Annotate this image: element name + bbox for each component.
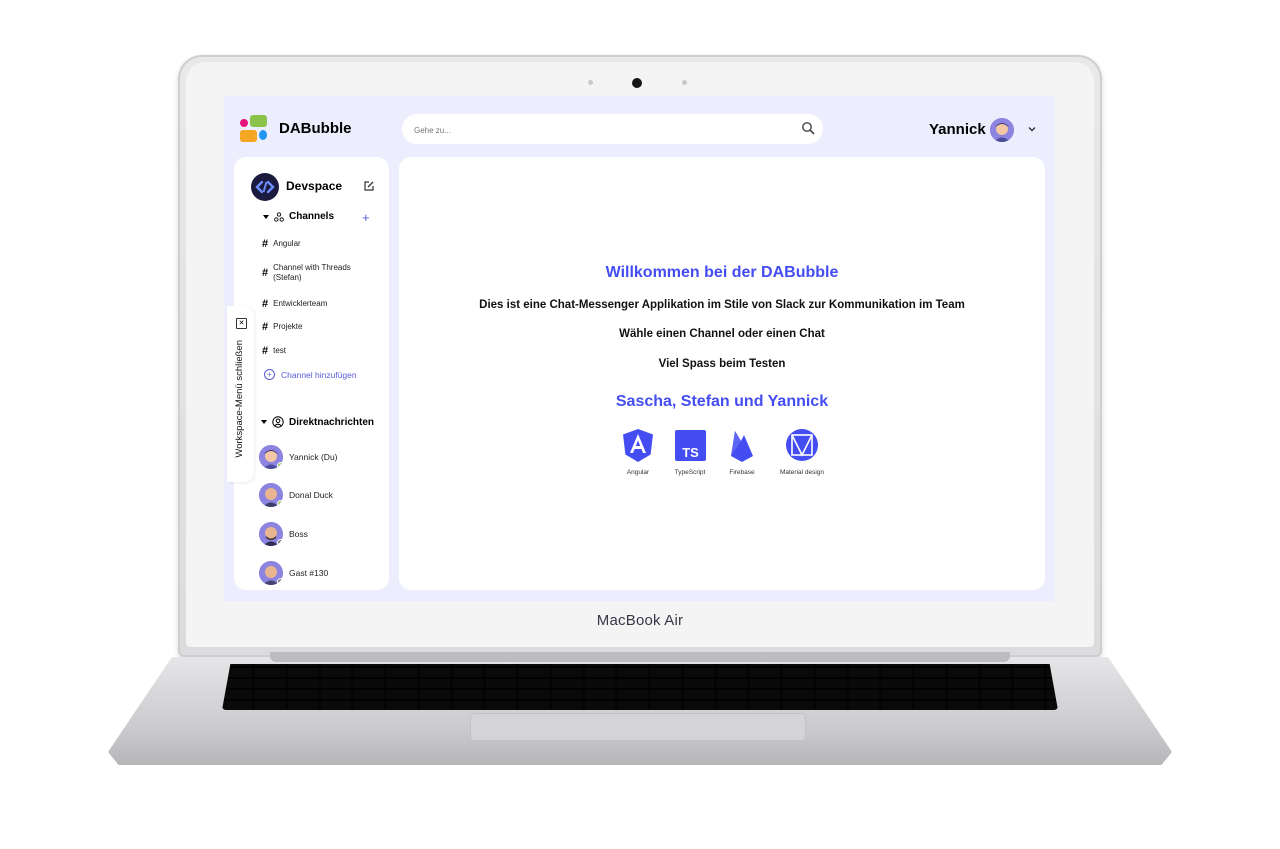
app-name: DABubble — [279, 120, 352, 137]
app-screen: DABubble Yannick Devspace — [224, 96, 1055, 601]
circle-plus-icon: + — [264, 369, 275, 380]
welcome-greeting: Viel Spass beim Testen — [658, 358, 786, 370]
team-names: Sascha, Stefan und Yannick — [615, 393, 829, 410]
laptop-trackpad — [470, 713, 806, 741]
tech-label: Firebase — [729, 469, 755, 476]
avatar — [259, 483, 283, 507]
welcome-description: Dies ist eine Chat-Messenger Applikation… — [479, 299, 965, 311]
tech-item: TS TypeScript — [664, 428, 716, 476]
add-channel-plus-icon[interactable]: + — [362, 211, 370, 224]
laptop-keyboard — [222, 664, 1058, 710]
dm-name: Yannick (Du) — [289, 452, 338, 462]
channel-name: Channel with Threads (Stefan) — [273, 263, 351, 282]
hashtag-icon: # — [262, 267, 269, 279]
channel-item[interactable]: # Channel with Threads (Stefan) — [262, 263, 372, 283]
online-status-dot — [277, 462, 283, 469]
avatar — [259, 561, 283, 585]
direct-messages-header[interactable]: Direktnachrichten — [261, 416, 374, 428]
current-user-name[interactable]: Yannick — [929, 121, 986, 138]
workspace-logo-icon — [251, 173, 279, 201]
channel-item[interactable]: # test — [262, 345, 372, 357]
channel-name: Projekte — [273, 322, 303, 331]
webcam — [632, 78, 642, 88]
dabubble-logo-icon — [240, 115, 268, 143]
tech-item: Firebase — [716, 428, 768, 476]
offline-status-dot — [277, 539, 283, 546]
search-bar[interactable] — [402, 114, 823, 146]
workspace-menu-toggle-label: Workspace-Menü schließen — [234, 340, 245, 458]
hashtag-icon: # — [262, 238, 269, 250]
dm-item[interactable]: Yannick (Du) — [259, 445, 338, 469]
direct-messages-title: Direktnachrichten — [289, 416, 375, 428]
current-user-avatar[interactable] — [990, 118, 1014, 142]
offline-status-dot — [277, 578, 283, 585]
laptop-hinge — [270, 652, 1010, 662]
caret-down-icon — [261, 420, 267, 424]
hashtag-icon: # — [262, 321, 269, 333]
dm-name: Donal Duck — [289, 490, 333, 500]
material-design-icon — [786, 428, 818, 462]
account-circle-icon — [272, 416, 284, 428]
caret-down-icon — [263, 214, 269, 219]
add-channel-button[interactable]: + Channel hinzufügen — [264, 369, 357, 380]
channels-header[interactable]: Channels — [263, 211, 334, 222]
main-content: Willkommen bei der DABubble Dies ist ein… — [399, 157, 1045, 590]
online-status-dot — [277, 500, 283, 507]
firebase-icon — [726, 428, 758, 462]
workspace-sidebar: Devspace Channels + # Angular # Channel … — [234, 157, 389, 590]
hashtag-icon: # — [262, 298, 269, 310]
close-menu-icon: ✕ — [236, 318, 247, 329]
dm-item[interactable]: Gast #130 — [259, 561, 328, 585]
tech-label: Material design — [779, 469, 825, 476]
search-input[interactable] — [402, 114, 786, 146]
dm-name: Boss — [289, 529, 308, 539]
channels-icon — [274, 211, 284, 222]
tech-label: TypeScript — [674, 469, 706, 476]
tech-label: Angular — [626, 469, 650, 476]
edit-icon[interactable] — [363, 180, 375, 192]
workspace-name: Devspace — [286, 179, 343, 193]
channel-item[interactable]: # Angular — [262, 238, 372, 250]
tech-item: Angular — [612, 428, 664, 476]
channels-title: Channels — [289, 211, 335, 222]
avatar — [259, 522, 283, 546]
typescript-icon: TS — [674, 428, 706, 462]
sensor-dot-left — [588, 80, 593, 85]
channel-item[interactable]: # Entwicklerteam — [262, 298, 372, 310]
welcome-instruction: Wähle einen Channel oder einen Chat — [619, 328, 825, 340]
workspace-menu-toggle[interactable]: ✕ Workspace-Menü schließen — [227, 306, 254, 482]
channel-name: Angular — [273, 239, 301, 248]
svg-text:TS: TS — [682, 445, 699, 460]
dm-name: Gast #130 — [289, 568, 329, 578]
sensor-dot-right — [682, 80, 687, 85]
welcome-title: Willkommen bei der DABubble — [605, 264, 839, 281]
avatar — [259, 445, 283, 469]
add-channel-label: Channel hinzufügen — [281, 369, 357, 380]
channel-name: test — [273, 346, 287, 355]
channel-item[interactable]: # Projekte — [262, 321, 372, 333]
angular-icon — [622, 428, 654, 462]
technology-list: Angular TS TypeScript Firebase Material … — [612, 428, 836, 476]
hashtag-icon: # — [262, 345, 269, 357]
channel-name: Entwicklerteam — [273, 299, 328, 308]
laptop-brand-label: MacBook Air — [596, 612, 684, 629]
search-icon[interactable] — [801, 121, 815, 135]
chevron-down-icon[interactable] — [1027, 124, 1037, 134]
tech-item: Material design — [768, 428, 836, 476]
dm-item[interactable]: Boss — [259, 522, 308, 546]
dm-item[interactable]: Donal Duck — [259, 483, 333, 507]
